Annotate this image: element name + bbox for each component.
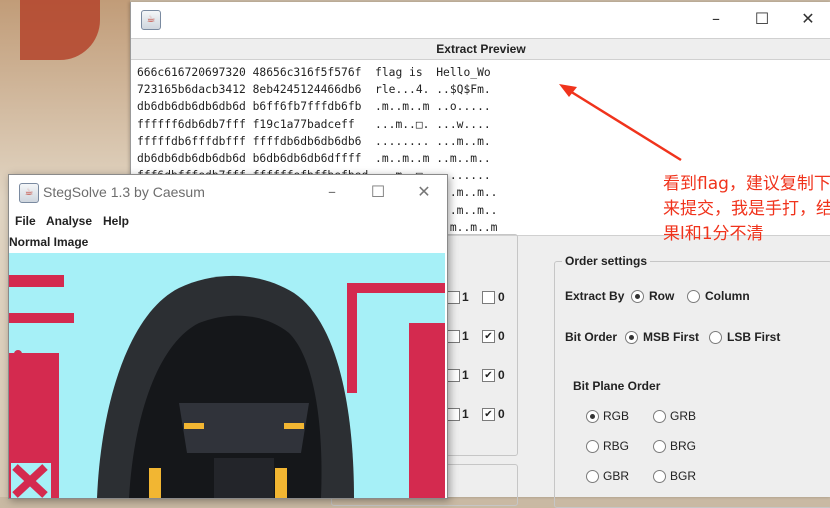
extract-window-titlebar[interactable]: ☕ – ☐ ✕ <box>131 2 830 36</box>
plane-order-grb-radio[interactable] <box>653 410 666 423</box>
bit-plane-checkbox-0[interactable]: ✔ <box>482 330 495 343</box>
maximize-button[interactable]: ☐ <box>355 175 401 209</box>
extract-by-column-radio[interactable] <box>687 290 700 303</box>
extract-by-column-label[interactable]: Column <box>705 289 750 303</box>
extract-preview-title: Extract Preview <box>131 38 830 60</box>
stegsolve-window: ☕ StegSolve 1.3 by Caesum – ☐ ✕ File Ana… <box>8 174 448 499</box>
plane-order-rgb-radio[interactable] <box>586 410 599 423</box>
minimize-button[interactable]: – <box>693 2 739 36</box>
extract-by-label: Extract By <box>565 289 625 303</box>
plane-order-grb-label[interactable]: GRB <box>670 409 696 423</box>
extract-by-row-radio[interactable] <box>631 290 644 303</box>
bit-plane-order-label: Bit Plane Order <box>573 379 661 393</box>
plane-order-bgr-radio[interactable] <box>653 470 666 483</box>
hooded-figure-image <box>9 253 445 498</box>
order-settings-title: Order settings <box>562 254 651 268</box>
bit-plane-checkbox-0[interactable] <box>482 291 495 304</box>
java-cup-icon: ☕ <box>141 10 161 30</box>
close-button[interactable]: ✕ <box>401 175 447 209</box>
bit-order-lsb-label[interactable]: LSB First <box>727 330 780 344</box>
stegsolve-title: StegSolve 1.3 by Caesum <box>43 184 205 200</box>
menu-analyse[interactable]: Analyse <box>46 214 92 228</box>
bit-plane-checkbox-1[interactable] <box>447 330 460 343</box>
bit-plane-checkbox-1[interactable] <box>447 291 460 304</box>
bit-plane-checkbox-1[interactable] <box>447 408 460 421</box>
bit-plane-label-1: 1 <box>462 368 469 382</box>
plane-order-bgr-label[interactable]: BGR <box>670 469 696 483</box>
bit-plane-checkbox-0[interactable]: ✔ <box>482 369 495 382</box>
plane-order-rbg-radio[interactable] <box>586 440 599 453</box>
bit-plane-label-1: 1 <box>462 329 469 343</box>
bit-plane-label-0: 0 <box>498 368 505 382</box>
plane-order-brg-radio[interactable] <box>653 440 666 453</box>
bit-order-msb-radio[interactable] <box>625 331 638 344</box>
stegsolve-titlebar[interactable]: ☕ StegSolve 1.3 by Caesum – ☐ ✕ <box>9 175 447 209</box>
image-preview <box>9 253 445 498</box>
extract-by-row-label[interactable]: Row <box>649 289 674 303</box>
image-mode-label: Normal Image <box>9 235 89 249</box>
bit-plane-checkbox-0[interactable]: ✔ <box>482 408 495 421</box>
plane-order-gbr-radio[interactable] <box>586 470 599 483</box>
bit-order-lsb-radio[interactable] <box>709 331 722 344</box>
plane-order-gbr-label[interactable]: GBR <box>603 469 629 483</box>
java-cup-icon: ☕ <box>19 183 39 203</box>
annotation-arrow <box>559 84 682 162</box>
maximize-button[interactable]: ☐ <box>739 2 785 36</box>
bit-order-msb-label[interactable]: MSB First <box>643 330 699 344</box>
plane-order-rbg-label[interactable]: RBG <box>603 439 629 453</box>
plane-order-brg-label[interactable]: BRG <box>670 439 696 453</box>
bit-plane-label-1: 1 <box>462 407 469 421</box>
bit-plane-label-0: 0 <box>498 290 505 304</box>
menu-bar: File Analyse Help <box>9 209 447 233</box>
bit-order-label: Bit Order <box>565 330 618 344</box>
bit-plane-label-0: 0 <box>498 407 505 421</box>
annotation-note: 看到flag，建议复制下来提交，我是手打，结果l和1分不清 <box>663 174 830 244</box>
menu-help[interactable]: Help <box>103 214 129 228</box>
menu-file[interactable]: File <box>15 214 36 228</box>
bit-plane-label-0: 0 <box>498 329 505 343</box>
close-button[interactable]: ✕ <box>785 2 830 36</box>
bit-plane-label-1: 1 <box>462 290 469 304</box>
minimize-button[interactable]: – <box>309 175 355 209</box>
bit-plane-checkbox-1[interactable] <box>447 369 460 382</box>
plane-order-rgb-label[interactable]: RGB <box>603 409 629 423</box>
